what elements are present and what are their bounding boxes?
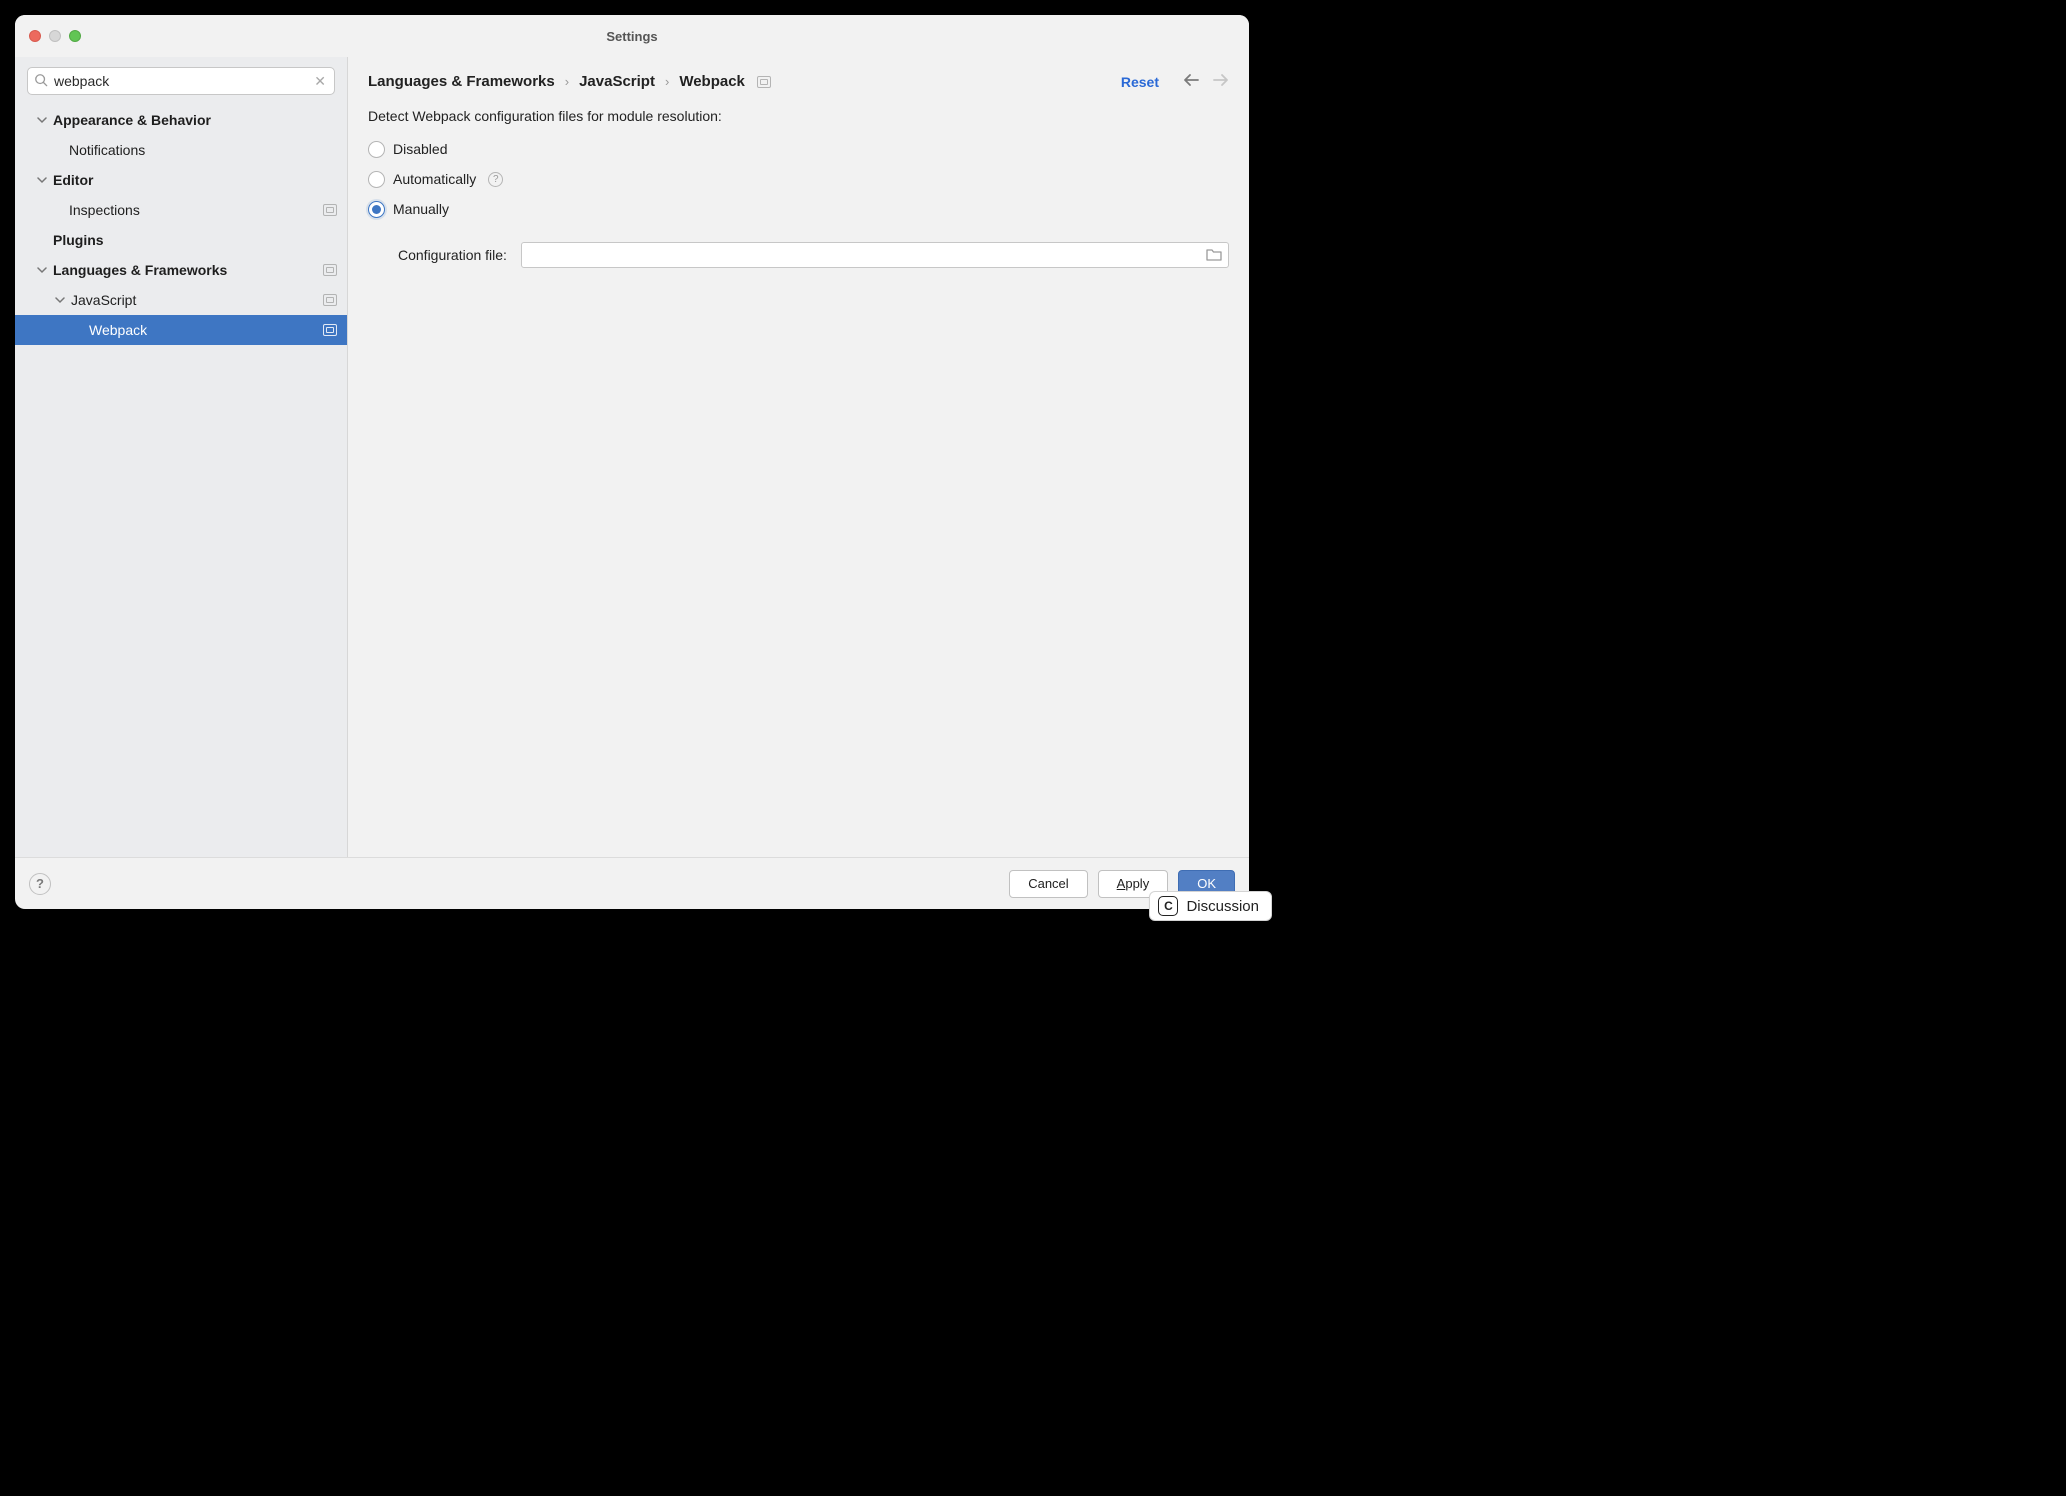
dialog-body: ✕ Appearance & Behavior Notifications Ed…	[15, 57, 1249, 857]
tree-item-label: Languages & Frameworks	[53, 262, 323, 278]
search-container: ✕	[15, 57, 347, 103]
chevron-down-icon	[35, 113, 49, 127]
tree-item-appearance-behavior[interactable]: Appearance & Behavior	[15, 105, 347, 135]
tree-item-label: Appearance & Behavior	[53, 112, 337, 128]
project-badge-icon	[323, 294, 337, 306]
chevron-down-icon	[35, 263, 49, 277]
window-title: Settings	[15, 29, 1249, 44]
tree-item-label: Inspections	[69, 202, 323, 218]
dialog-footer: ? Cancel Apply OK	[15, 857, 1249, 909]
tree-item-inspections[interactable]: Inspections	[15, 195, 347, 225]
cancel-button-label: Cancel	[1028, 876, 1068, 891]
radio-automatically[interactable]: Automatically ?	[368, 164, 1229, 194]
traffic-lights	[29, 30, 81, 42]
settings-sidebar: ✕ Appearance & Behavior Notifications Ed…	[15, 57, 348, 857]
breadcrumb: Languages & Frameworks › JavaScript › We…	[368, 73, 771, 90]
chevron-right-icon: ›	[565, 74, 569, 89]
tree-item-webpack[interactable]: Webpack	[15, 315, 347, 345]
discussion-overlay[interactable]: C Discussion	[1149, 891, 1272, 921]
titlebar: Settings	[15, 15, 1249, 57]
tree-item-languages-frameworks[interactable]: Languages & Frameworks	[15, 255, 347, 285]
chevron-right-icon: ›	[665, 74, 669, 89]
tree-item-label: Editor	[53, 172, 337, 188]
tree-item-notifications[interactable]: Notifications	[15, 135, 347, 165]
config-file-field[interactable]	[521, 242, 1229, 268]
discussion-icon: C	[1158, 896, 1178, 916]
settings-window: Settings ✕ Appearance & Behavior	[15, 15, 1249, 909]
content-header: Languages & Frameworks › JavaScript › We…	[348, 57, 1249, 90]
minimize-window-button[interactable]	[49, 30, 61, 42]
project-badge-icon	[323, 204, 337, 216]
breadcrumb-item[interactable]: JavaScript	[579, 73, 655, 90]
radio-icon	[368, 201, 385, 218]
chevron-down-icon	[35, 173, 49, 187]
apply-button-label: Apply	[1117, 876, 1150, 891]
tree-item-label: Notifications	[69, 142, 337, 158]
radio-label: Disabled	[393, 141, 447, 157]
ok-button-label: OK	[1197, 876, 1216, 891]
radio-label: Automatically	[393, 171, 476, 187]
tree-item-editor[interactable]: Editor	[15, 165, 347, 195]
project-badge-icon	[323, 324, 337, 336]
radio-icon	[368, 141, 385, 158]
search-field[interactable]: ✕	[27, 67, 335, 95]
settings-tree[interactable]: Appearance & Behavior Notifications Edit…	[15, 103, 347, 857]
search-input[interactable]	[48, 73, 312, 89]
webpack-settings-panel: Detect Webpack configuration files for m…	[348, 90, 1249, 268]
radio-manually[interactable]: Manually	[368, 194, 1229, 224]
zoom-window-button[interactable]	[69, 30, 81, 42]
browse-icon[interactable]	[1204, 247, 1224, 264]
tree-item-javascript[interactable]: JavaScript	[15, 285, 347, 315]
tree-item-plugins[interactable]: Plugins	[15, 225, 347, 255]
cancel-button[interactable]: Cancel	[1009, 870, 1087, 898]
detect-label: Detect Webpack configuration files for m…	[368, 108, 1229, 124]
config-file-input[interactable]	[528, 248, 1204, 263]
reset-link[interactable]: Reset	[1121, 74, 1159, 90]
chevron-down-icon	[53, 293, 67, 307]
radio-icon	[368, 171, 385, 188]
nav-arrows	[1183, 73, 1229, 90]
radio-label: Manually	[393, 201, 449, 217]
breadcrumb-item-current: Webpack	[679, 73, 745, 90]
search-icon	[34, 73, 48, 90]
clear-search-icon[interactable]: ✕	[312, 73, 328, 90]
help-icon[interactable]: ?	[488, 172, 503, 187]
settings-content: Languages & Frameworks › JavaScript › We…	[348, 57, 1249, 857]
config-file-row: Configuration file:	[368, 242, 1229, 268]
radio-disabled[interactable]: Disabled	[368, 134, 1229, 164]
tree-item-label: JavaScript	[71, 292, 323, 308]
help-button[interactable]: ?	[29, 873, 51, 895]
breadcrumb-item[interactable]: Languages & Frameworks	[368, 73, 555, 90]
forward-button	[1213, 73, 1229, 90]
discussion-label: Discussion	[1186, 898, 1259, 915]
config-file-label: Configuration file:	[398, 247, 507, 263]
tree-item-label: Webpack	[89, 322, 323, 338]
project-badge-icon	[323, 264, 337, 276]
tree-item-label: Plugins	[53, 232, 337, 248]
close-window-button[interactable]	[29, 30, 41, 42]
project-badge-icon	[757, 76, 771, 88]
back-button[interactable]	[1183, 73, 1199, 90]
